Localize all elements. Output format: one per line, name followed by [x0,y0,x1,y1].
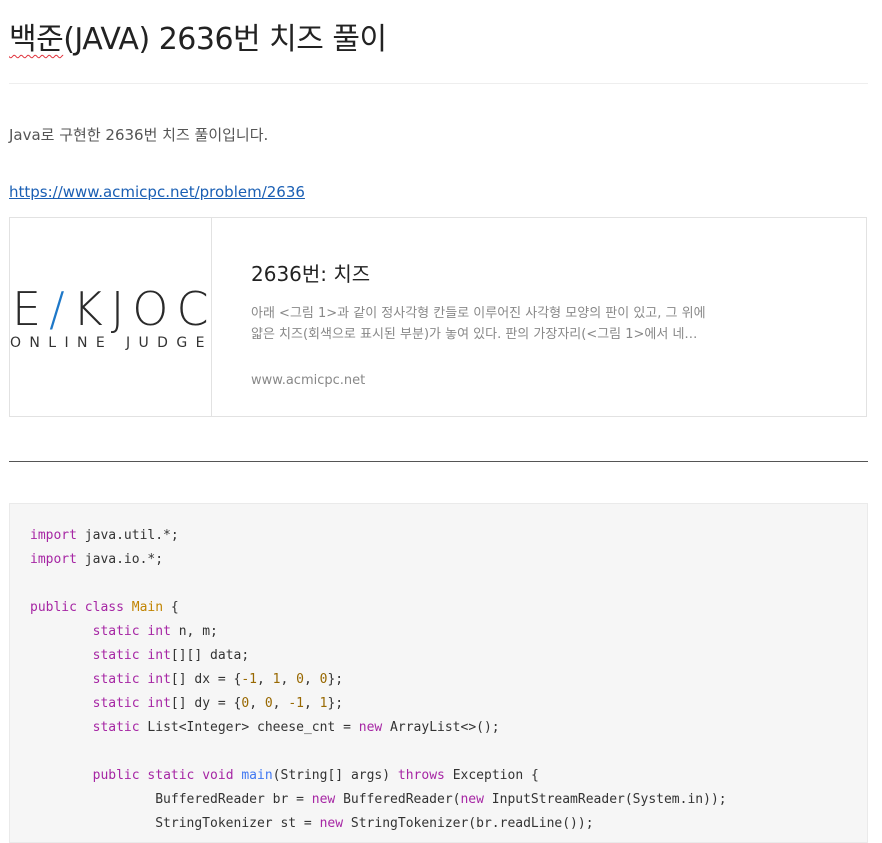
post-title-misspelled-word: 백준 [9,22,64,57]
code-line: static int[][] data; [92,648,250,663]
intro-text: Java로 구현한 2636번 치즈 풀이입니다. [9,126,269,144]
code-line: static List<Integer> cheese_cnt = new Ar… [92,720,500,735]
logo-subtitle: ONLINE JUDGE [10,335,212,351]
code-line: static int n, m; [92,624,218,639]
code-line: public class Main { [30,600,179,615]
post-title-rest: (JAVA) 2636번 치즈 풀이 [63,22,387,57]
logo-text-before: E [12,282,50,336]
code-block: import java.util.*; import java.io.*; publ… [9,503,868,843]
code-line: import java.util.*; [30,528,179,543]
code-line: BufferedReader br = new BufferedReader(n… [30,792,727,807]
card-description: 아래 <그림 1>과 같이 정사각형 칸들로 이루어진 사각형 모양의 판이 있… [251,306,706,342]
logo-slash: / [49,282,73,336]
link-preview-card[interactable]: E/KJOC ONLINE JUDGE 2636번: 치즈 아래 <그림 1>과… [9,217,867,417]
code-line: static int[] dx = {-1, 1, 0, 0}; [92,672,344,687]
baekjoon-logo: E/KJOC [12,282,212,336]
problem-link[interactable]: https://www.acmicpc.net/problem/2636 [9,183,305,201]
code-line: static int[] dy = {0, 0, -1, 1}; [92,696,344,711]
code-line: StringTokenizer st = new StringTokenizer… [30,816,594,831]
card-title[interactable]: 2636번: 치즈 [251,258,370,287]
code-line: import java.io.*; [30,552,164,567]
title-divider [9,83,868,84]
card-domain: www.acmicpc.net [251,373,366,388]
card-thumbnail: E/KJOC ONLINE JUDGE [10,218,212,416]
horizontal-rule [9,461,868,462]
logo-text-after: KJOC [72,282,212,336]
code-line: public static void main(String[] args) t… [92,768,539,783]
post-title: 백준(JAVA) 2636번 치즈 풀이 [9,14,387,58]
